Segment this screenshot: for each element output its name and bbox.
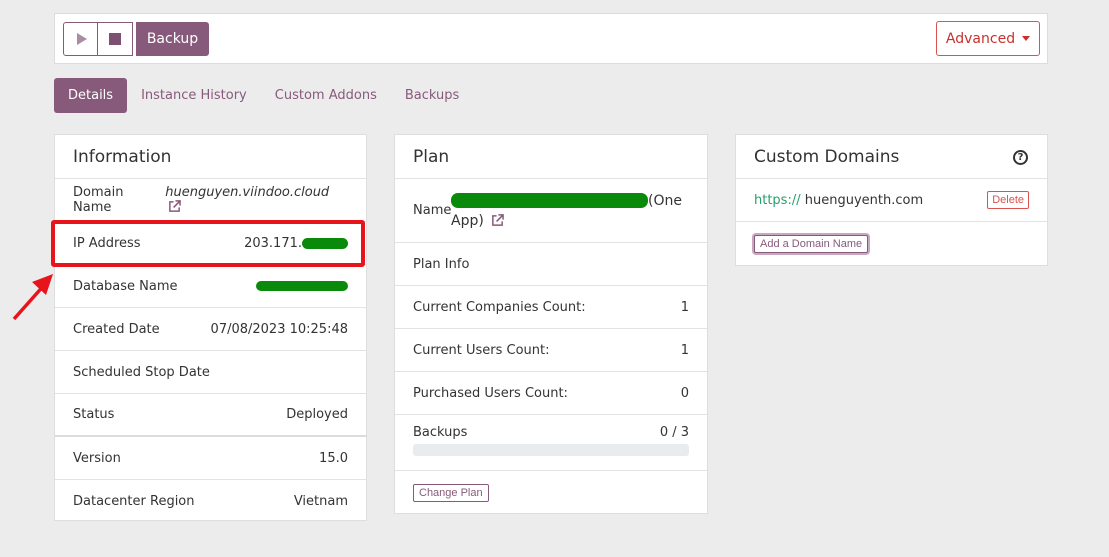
- plan-row-backups: Backups 0 / 3: [395, 415, 707, 471]
- delete-domain-button[interactable]: Delete: [987, 191, 1029, 209]
- companies-label: Current Companies Count:: [413, 299, 586, 315]
- detail-tabs: Details Instance History Custom Addons B…: [54, 78, 473, 113]
- annotation-highlight-box: [51, 220, 365, 267]
- backups-value: 0 / 3: [659, 425, 689, 440]
- advanced-label: Advanced: [945, 30, 1016, 47]
- plan-name-suffix-1: (One: [648, 192, 682, 209]
- custom-domains-footer: Add a Domain Name: [736, 222, 1047, 266]
- plan-row-name: Name (One App): [395, 179, 707, 243]
- status-value: Deployed: [286, 407, 348, 422]
- change-plan-button[interactable]: Change Plan: [413, 484, 489, 502]
- version-label: Version: [73, 450, 121, 466]
- external-link-icon[interactable]: [491, 213, 505, 227]
- redaction-mark: [256, 281, 348, 291]
- domain-label: Domain Name: [73, 185, 124, 215]
- region-label: Datacenter Region: [73, 494, 195, 509]
- stop-date-label: Scheduled Stop Date: [73, 364, 210, 380]
- domain-value-wrap: huenguyen.viindoo.cloud: [165, 185, 348, 215]
- redaction-mark: [451, 193, 648, 208]
- custom-domain-value: https:// huenguyenth.com: [754, 193, 923, 208]
- database-label: Database Name: [73, 278, 178, 294]
- custom-domains-title: Custom Domains: [736, 135, 1047, 179]
- plan-row-info: Plan Info: [395, 243, 707, 286]
- plan-panel: Plan Name (One App) Plan Info Current Co…: [394, 134, 708, 514]
- domain-host: huenguyenth.com: [804, 192, 924, 208]
- info-row-created: Created Date 07/08/2023 10:25:48: [55, 308, 366, 351]
- external-link-icon[interactable]: [168, 200, 182, 213]
- backups-progress-bar: [413, 444, 689, 456]
- info-row-stop-date: Scheduled Stop Date: [55, 351, 366, 394]
- info-row-region: Datacenter Region Vietnam: [55, 480, 366, 523]
- users-value: 1: [680, 342, 689, 358]
- custom-domains-panel: Custom Domains ? https:// huenguyenth.co…: [735, 134, 1048, 266]
- stop-button[interactable]: [97, 22, 133, 56]
- plan-title: Plan: [395, 135, 707, 179]
- caret-down-icon: [1022, 36, 1031, 41]
- info-row-version: Version 15.0: [55, 437, 366, 480]
- information-panel: Information Domain Name huenguyen.viindo…: [54, 134, 367, 521]
- play-icon: [77, 33, 87, 45]
- plan-footer: Change Plan: [395, 471, 707, 515]
- users-label: Current Users Count:: [413, 342, 550, 358]
- plan-row-users: Current Users Count: 1: [395, 329, 707, 372]
- plan-row-companies: Current Companies Count: 1: [395, 286, 707, 329]
- backup-button[interactable]: Backup: [136, 22, 209, 56]
- control-toolbar: Backup Advanced: [54, 13, 1048, 64]
- tab-custom-addons[interactable]: Custom Addons: [261, 78, 391, 113]
- domain-protocol: https://: [754, 192, 801, 208]
- annotation-arrow-icon: [12, 274, 53, 321]
- plan-name-suffix-2: App): [451, 212, 484, 229]
- info-row-domain: Domain Name huenguyen.viindoo.cloud: [55, 179, 366, 222]
- info-row-status: Status Deployed: [55, 394, 366, 437]
- region-value: Vietnam: [293, 494, 348, 509]
- version-value: 15.0: [319, 450, 348, 466]
- add-domain-button[interactable]: Add a Domain Name: [754, 235, 869, 253]
- tab-instance-history[interactable]: Instance History: [127, 78, 261, 113]
- tab-backups[interactable]: Backups: [391, 78, 473, 113]
- start-button[interactable]: [63, 22, 98, 56]
- purchased-label: Purchased Users Count:: [413, 385, 568, 401]
- created-label: Created Date: [73, 321, 160, 337]
- tab-details[interactable]: Details: [54, 78, 128, 113]
- plan-name-label: Name: [413, 203, 452, 218]
- plan-name-value: (One App): [451, 191, 682, 231]
- status-label: Status: [73, 407, 115, 422]
- domain-link[interactable]: huenguyen.viindoo.cloud: [165, 185, 329, 200]
- info-row-database: Database Name: [55, 265, 366, 308]
- created-value: 07/08/2023 10:25:48: [210, 321, 348, 337]
- plan-info-link[interactable]: Plan Info: [413, 257, 469, 272]
- information-title: Information: [55, 135, 366, 179]
- advanced-dropdown[interactable]: Advanced: [936, 21, 1040, 56]
- help-icon[interactable]: ?: [1013, 150, 1028, 165]
- plan-row-purchased: Purchased Users Count: 0: [395, 372, 707, 415]
- backups-label: Backups: [413, 425, 468, 440]
- purchased-value: 0: [680, 385, 689, 401]
- companies-value: 1: [680, 299, 689, 315]
- custom-domain-row: https:// huenguyenth.com Delete: [736, 179, 1047, 222]
- stop-icon: [109, 33, 121, 45]
